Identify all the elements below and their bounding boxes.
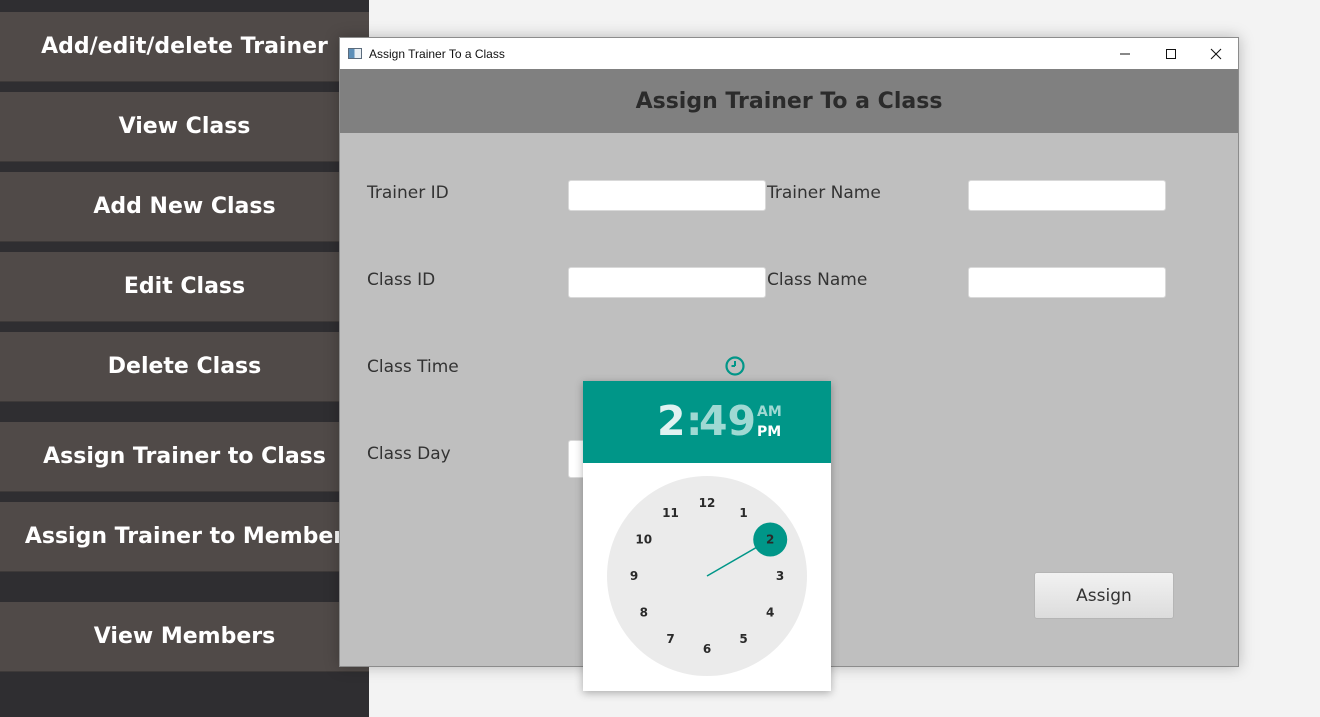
pm-toggle[interactable]: PM bbox=[757, 424, 781, 440]
class-id-input[interactable] bbox=[568, 267, 766, 298]
minimize-icon bbox=[1120, 53, 1130, 54]
dial-hour-7[interactable]: 7 bbox=[666, 632, 674, 646]
window-title: Assign Trainer To a Class bbox=[369, 46, 505, 61]
maximize-icon bbox=[1166, 48, 1176, 59]
window-header: Assign Trainer To a Class bbox=[340, 69, 1238, 133]
clock-dial[interactable]: 121234567891011 bbox=[583, 463, 831, 691]
sidebar-item-view-class[interactable]: View Class bbox=[0, 92, 369, 162]
dial-hour-11[interactable]: 11 bbox=[662, 506, 679, 520]
dial-hour-3[interactable]: 3 bbox=[776, 569, 784, 583]
minimize-button[interactable] bbox=[1102, 38, 1148, 69]
dial-hour-5[interactable]: 5 bbox=[739, 632, 747, 646]
sidebar-item-edit-class[interactable]: Edit Class bbox=[0, 252, 369, 322]
class-time-label: Class Time bbox=[367, 357, 459, 377]
app-icon bbox=[348, 48, 362, 59]
dial-hour-1[interactable]: 1 bbox=[739, 506, 747, 520]
trainer-id-label: Trainer ID bbox=[367, 183, 449, 203]
sidebar-item-add-edit-delete-trainer[interactable]: Add/edit/delete Trainer bbox=[0, 12, 369, 82]
dial-hour-8[interactable]: 8 bbox=[640, 606, 648, 620]
sidebar-item-delete-class[interactable]: Delete Class bbox=[0, 332, 369, 402]
trainer-id-input[interactable] bbox=[568, 180, 766, 211]
sidebar-item-assign-trainer-to-member[interactable]: Assign Trainer to Member bbox=[0, 502, 369, 572]
clock-icon[interactable] bbox=[724, 355, 746, 377]
sidebar: Add/edit/delete Trainer View Class Add N… bbox=[0, 0, 369, 717]
class-name-label: Class Name bbox=[767, 270, 868, 290]
class-id-label: Class ID bbox=[367, 270, 436, 290]
close-icon bbox=[1210, 48, 1222, 59]
trainer-name-label: Trainer Name bbox=[767, 183, 881, 203]
am-toggle[interactable]: AM bbox=[757, 404, 782, 420]
time-picker-header: 2 : 49 AM PM bbox=[583, 381, 831, 463]
dial-hour-6[interactable]: 6 bbox=[703, 642, 711, 656]
maximize-button[interactable] bbox=[1148, 38, 1194, 69]
sidebar-item-add-new-class[interactable]: Add New Class bbox=[0, 172, 369, 242]
sidebar-item-assign-trainer-to-class[interactable]: Assign Trainer to Class bbox=[0, 422, 369, 492]
sidebar-item-view-members[interactable]: View Members bbox=[0, 602, 369, 672]
class-name-input[interactable] bbox=[968, 267, 1166, 298]
selected-minute[interactable]: 49 bbox=[699, 397, 756, 445]
dial-hour-12[interactable]: 12 bbox=[699, 496, 716, 510]
time-picker-popup: 2 : 49 AM PM 12 1 2 3 4 5 6 7 8 9 10 11 bbox=[583, 381, 831, 691]
assign-button[interactable]: Assign bbox=[1034, 572, 1174, 619]
title-bar[interactable]: Assign Trainer To a Class bbox=[340, 38, 1238, 69]
dial-hour-2[interactable]: 2 bbox=[766, 533, 774, 547]
dial-hour-10[interactable]: 10 bbox=[635, 533, 652, 547]
dial-hour-9[interactable]: 9 bbox=[630, 569, 638, 583]
dial-hour-4[interactable]: 4 bbox=[766, 606, 774, 620]
class-day-label: Class Day bbox=[367, 444, 451, 464]
trainer-name-input[interactable] bbox=[968, 180, 1166, 211]
selected-hour[interactable]: 2 bbox=[657, 397, 686, 445]
close-button[interactable] bbox=[1193, 38, 1239, 69]
